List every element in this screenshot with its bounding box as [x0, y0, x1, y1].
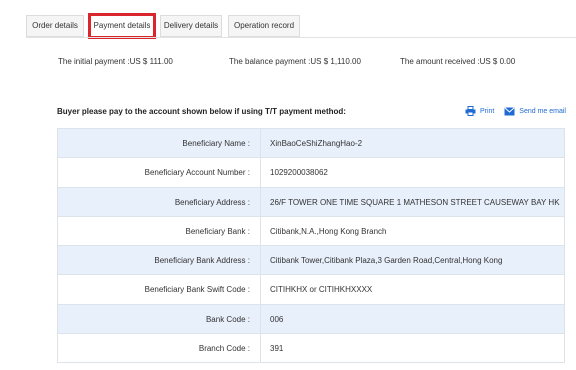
tab-divider [26, 37, 576, 38]
row-value: 1029200038062 [270, 168, 328, 178]
tab-delivery-details[interactable]: Delivery details [160, 15, 222, 37]
tab-order-details[interactable]: Order details [26, 15, 84, 37]
table-row: Beneficiary Account Number : 10292000380… [58, 158, 564, 188]
initial-payment: The initial payment :US $ 111.00 [58, 57, 173, 66]
row-value: 26/F TOWER ONE TIME SQUARE 1 MATHESON ST… [270, 197, 560, 207]
row-label: Beneficiary Account Number : [58, 158, 261, 187]
row-value: Citibank Tower,Citibank Plaza,3 Garden R… [270, 256, 503, 266]
table-row: Beneficiary Bank Swift Code : CITIHKHX o… [58, 275, 564, 305]
row-label: Bank Code : [58, 304, 261, 334]
row-label: Beneficiary Bank Address : [58, 246, 261, 275]
balance-payment: The balance payment :US $ 1,110.00 [229, 57, 361, 66]
print-button[interactable]: Print [465, 106, 494, 116]
tt-instruction: Buyer please pay to the account shown be… [57, 107, 346, 116]
tab-operation-record[interactable]: Operation record [228, 15, 300, 37]
amount-received: The amount received :US $ 0.00 [400, 57, 516, 66]
row-label: Beneficiary Bank : [58, 216, 261, 246]
row-label: Branch Code : [58, 334, 261, 363]
send-email-label: Send me email [519, 108, 566, 115]
row-value: 006 [270, 314, 284, 324]
row-label: Beneficiary Bank Swift Code : [58, 275, 261, 304]
row-value: Citibank,N.A.,Hong Kong Branch [270, 226, 387, 236]
send-email-button[interactable]: Send me email [504, 107, 566, 116]
row-value: 391 [270, 344, 284, 354]
actions: Print Send me email [465, 106, 566, 118]
table-row: Beneficiary Bank : Citibank,N.A.,Hong Ko… [58, 216, 564, 247]
row-value: XinBaoCeShiZhangHao-2 [270, 139, 363, 148]
table-row: Beneficiary Name : XinBaoCeShiZhangHao-2 [58, 129, 564, 159]
table-row: Beneficiary Address : 26/F TOWER ONE TIM… [58, 187, 564, 217]
table-row: Bank Code : 006 [58, 304, 564, 335]
printer-icon [465, 106, 476, 116]
row-label: Beneficiary Name : [58, 129, 261, 158]
row-label: Beneficiary Address : [58, 187, 261, 216]
envelope-icon [504, 107, 515, 116]
print-label: Print [479, 107, 495, 115]
row-value: CITIHKHX or CITIHKHXXXX [270, 285, 373, 295]
payment-summary: The initial payment :US $ 111.00 The bal… [0, 57, 576, 69]
beneficiary-table: Beneficiary Name : XinBaoCeShiZhangHao-2… [57, 128, 565, 364]
tab-payment-details[interactable]: Payment details [88, 13, 156, 39]
table-row: Branch Code : 391 [58, 334, 564, 364]
table-row: Beneficiary Bank Address : Citibank Towe… [58, 246, 564, 276]
